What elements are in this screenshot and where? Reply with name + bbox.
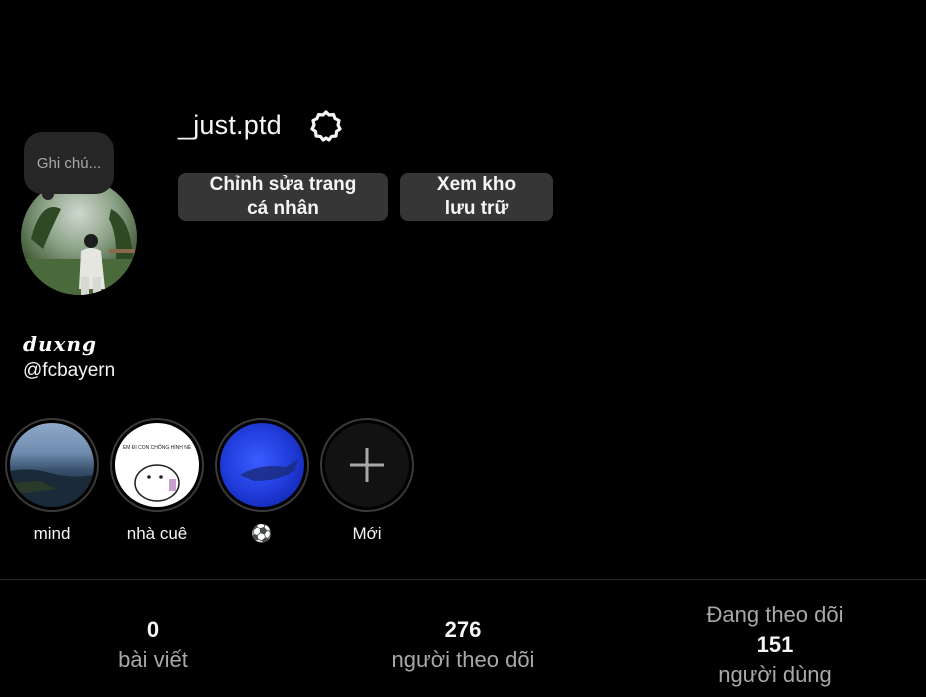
highlight-nha-cue[interactable]: EM ĐI CON CHỐNG HÌNH NÈ nhà cuê: [110, 418, 204, 544]
shark-icon: [240, 459, 298, 481]
highlight-cover-caption: EM ĐI CON CHỐNG HÌNH NÈ: [122, 445, 192, 451]
profile-username: _just.ptd: [178, 110, 282, 140]
highlight-ring[interactable]: [5, 418, 99, 512]
posts-stat: 0 bài viết: [93, 615, 213, 675]
highlight-ring[interactable]: EM ĐI CON CHỐNG HÌNH NÈ: [110, 418, 204, 512]
followers-count: 276: [444, 617, 482, 642]
edit-profile-label: Chỉnh sửa trang cá nhân: [209, 174, 357, 219]
profile-handle[interactable]: @fcbayern: [23, 360, 115, 382]
meme-character-icon: [134, 464, 180, 502]
highlight-mind[interactable]: mind: [5, 418, 99, 544]
profile-avatar[interactable]: [21, 179, 137, 295]
following-label: người dùng: [718, 662, 832, 687]
note-placeholder: Ghi chú...: [36, 154, 102, 172]
highlight-cover: EM ĐI CON CHỐNG HÌNH NÈ: [115, 423, 199, 507]
edit-profile-button[interactable]: Chỉnh sửa trang cá nhân: [178, 173, 388, 221]
highlight-new[interactable]: Mới: [320, 418, 414, 544]
highlight-label: ⚽: [251, 524, 273, 543]
highlight-label: nhà cuê: [126, 524, 188, 543]
avatar-photo-icon: [21, 207, 137, 295]
highlight-label: Mới: [352, 524, 382, 543]
avatar[interactable]: [21, 179, 137, 295]
followers-stat[interactable]: 276 người theo dõi: [363, 615, 563, 675]
view-archive-button[interactable]: Xem kho lưu trữ: [400, 173, 553, 221]
highlight-cover: [10, 423, 94, 507]
highlight-ring[interactable]: [215, 418, 309, 512]
divider: [0, 579, 926, 580]
view-archive-label: Xem kho lưu trữ: [436, 174, 517, 219]
highlight-label: mind: [33, 524, 71, 543]
following-stat[interactable]: Đang theo dõi 151 người dùng: [680, 600, 870, 690]
followers-label: người theo dõi: [391, 647, 535, 672]
note-bubble[interactable]: Ghi chú...: [24, 132, 114, 200]
new-highlight-button[interactable]: [320, 418, 414, 512]
landscape-icon: [10, 469, 94, 507]
following-count: 151: [756, 632, 794, 657]
highlight-cover: [220, 423, 304, 507]
highlight-soccer[interactable]: ⚽: [215, 418, 309, 544]
highlight-cover: [325, 423, 409, 507]
posts-count: 0: [146, 617, 160, 642]
posts-label: bài viết: [118, 647, 188, 672]
display-name: duxng: [23, 332, 97, 356]
plus-icon: [350, 448, 384, 482]
following-prefix: Đang theo dõi: [706, 602, 844, 627]
gear-icon[interactable]: [308, 108, 344, 144]
profile-page: Ghi chú... _just.ptd Chỉnh sửa trang cá …: [0, 0, 926, 697]
